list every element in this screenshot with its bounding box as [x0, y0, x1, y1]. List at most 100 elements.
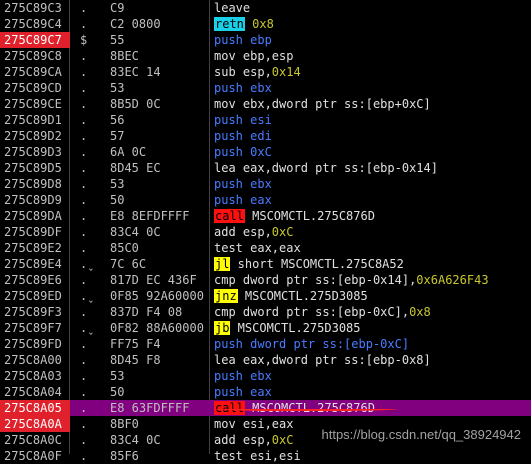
instruction-row[interactable]: 275C89D9. 50 push eax [0, 192, 531, 208]
instruction-cell: push ebx [214, 368, 531, 384]
instruction-row[interactable]: 275C89DF. 83C4 0C add esp,0xC [0, 224, 531, 240]
hex-bytes-cell: 56 [110, 113, 125, 127]
address-cell[interactable]: 275C89C3 [0, 0, 70, 16]
address-cell[interactable]: 275C8A05 [0, 400, 70, 416]
instruction-token: push ebx [214, 177, 272, 191]
jump-marker: . [80, 81, 88, 95]
instruction-row[interactable]: 275C8A00. 8D45 F8 lea eax,dword ptr ss:[eb… [0, 352, 531, 368]
watermark-text: https://blog.csdn.net/qq_38924942 [321, 427, 522, 442]
instruction-row[interactable]: 275C89D2. 57 push edi [0, 128, 531, 144]
address-cell[interactable]: 275C89ED [0, 288, 70, 304]
address-cell[interactable]: 275C8A0A [0, 416, 70, 432]
address-cell[interactable]: 275C89E6 [0, 272, 70, 288]
address-cell[interactable]: 275C89DA [0, 208, 70, 224]
address-cell[interactable]: 275C89D3 [0, 144, 70, 160]
address-cell[interactable]: 275C89F7 [0, 320, 70, 336]
instruction-token: push eax [214, 193, 272, 207]
address-cell[interactable]: 275C8A0C [0, 432, 70, 448]
address-cell[interactable]: 275C89D2 [0, 128, 70, 144]
jump-marker: . [80, 129, 88, 143]
address-cell[interactable]: 275C89CD [0, 80, 70, 96]
hex-bytes-cell: 83C4 0C [110, 433, 161, 447]
instruction-token: push ebx [214, 81, 272, 95]
address-cell[interactable]: 275C89D8 [0, 176, 70, 192]
instruction-row[interactable]: 275C89F7 .ˬ 0F82 88A60000 jb MSCOMCTL.275D3… [0, 320, 531, 336]
instruction-row[interactable]: 275C89E2. 85C0 test eax,eax [0, 240, 531, 256]
instruction-cell: push dword ptr ss:[ebp-0xC] [214, 336, 531, 352]
address-cell[interactable]: 275C8A04 [0, 384, 70, 400]
address-cell[interactable]: 275C89C4 [0, 16, 70, 32]
instruction-row[interactable]: 275C89CE. 8B5D 0C mov ebx,dword ptr ss:[eb… [0, 96, 531, 112]
hex-bytes-cell: 53 [110, 81, 125, 95]
disassembly-pane[interactable]: 275C89C3. C9 leave 275C89C4. C2 0800 retn 0x8… [0, 0, 531, 463]
instruction-row[interactable]: 275C89E6. 817D EC 436F cmp dword ptr ss:[e… [0, 272, 531, 288]
address-cell[interactable]: 275C89D9 [0, 192, 70, 208]
instruction-row[interactable]: 275C89D3. 6A 0C push 0xC [0, 144, 531, 160]
instruction-cell: add esp,0xC [214, 224, 531, 240]
jump-marker: . [80, 433, 88, 447]
jump-marker: . [80, 385, 88, 399]
instruction-token: add esp, [214, 225, 272, 239]
instruction-row[interactable]: 275C8A0F. 85F6 test esi,esi [0, 448, 531, 464]
instruction-cell: jb MSCOMCTL.275D3085 [214, 320, 531, 336]
instruction-token: push 0xC [214, 145, 272, 159]
instruction-row[interactable]: 275C89DA. E8 8EFDFFFF call MSCOMCTL.275C87… [0, 208, 531, 224]
instruction-token: leave [214, 1, 251, 15]
instruction-row[interactable]: 275C89C4. C2 0800 retn 0x8 [0, 16, 531, 32]
hex-bytes-cell: 817D EC 436F [110, 273, 197, 287]
instruction-cell: lea eax,dword ptr ss:[ebp-0x8] [214, 352, 531, 368]
instruction-row[interactable]: 275C89FD. FF75 F4 push dword ptr ss:[ebp-0… [0, 336, 531, 352]
instruction-token: sub esp, [214, 65, 272, 79]
address-cell[interactable]: 275C89F3 [0, 304, 70, 320]
instruction-row[interactable]: 275C89D8. 53 push ebx [0, 176, 531, 192]
address-cell[interactable]: 275C89CA [0, 64, 70, 80]
instruction-row[interactable]: 275C89D5. 8D45 EC lea eax,dword ptr ss:[eb… [0, 160, 531, 176]
address-cell[interactable]: 275C89D5 [0, 160, 70, 176]
instruction-row[interactable]: 275C89D1. 56 push esi [0, 112, 531, 128]
instruction-cell: leave [214, 0, 531, 16]
address-cell[interactable]: 275C89C7 [0, 32, 70, 48]
instruction-row[interactable]: 275C89F3. 837D F4 08 cmp dword ptr ss:[ebp… [0, 304, 531, 320]
instruction-row[interactable]: 275C89CA. 83EC 14 sub esp,0x14 [0, 64, 531, 80]
instruction-cell: test esi,esi [214, 448, 531, 464]
jump-marker: . [80, 337, 88, 351]
address-cell[interactable]: 275C89DF [0, 224, 70, 240]
instruction-row[interactable]: 275C89CD. 53 push ebx [0, 80, 531, 96]
address-cell[interactable]: 275C89CE [0, 96, 70, 112]
hex-bytes-cell: 83C4 0C [110, 225, 161, 239]
hex-bytes-cell: 8D45 EC [110, 161, 161, 175]
instruction-row[interactable]: 275C89C8. 8BEC mov ebp,esp [0, 48, 531, 64]
address-cell[interactable]: 275C8A00 [0, 352, 70, 368]
hex-bytes-cell: C9 [110, 1, 125, 15]
instruction-token: mov ebp,esp [214, 49, 294, 63]
instruction-cell: push ebx [214, 176, 531, 192]
instruction-cell: jnz MSCOMCTL.275D3085 [214, 288, 531, 304]
instruction-row[interactable]: 275C89C3. C9 leave [0, 0, 531, 16]
address-cell[interactable]: 275C8A03 [0, 368, 70, 384]
instruction-token: jb [214, 321, 231, 335]
jump-marker: . [80, 17, 88, 31]
instruction-token: 0x14 [271, 65, 301, 79]
instruction-row[interactable]: 275C89E4 .ˬ 7C 6C jl short MSCOMCTL.275C8A5… [0, 256, 531, 272]
instruction-cell: call MSCOMCTL.275C876D [214, 208, 531, 224]
instruction-token: test eax,eax [214, 241, 301, 255]
instruction-row[interactable]: 275C89C7 $55 push ebp [0, 32, 531, 48]
hex-bytes-cell: 0F85 92A60000 [110, 289, 204, 303]
jump-marker: . [80, 353, 88, 367]
address-cell[interactable]: 275C89E2 [0, 240, 70, 256]
instruction-cell: mov ebx,dword ptr ss:[ebp+0xC] [214, 96, 531, 112]
address-cell[interactable]: 275C8A0F [0, 448, 70, 464]
instruction-row[interactable]: 275C8A03. 53 push ebx [0, 368, 531, 384]
address-cell[interactable]: 275C89E4 [0, 256, 70, 272]
instruction-token: MSCOMCTL.275C876D [244, 209, 375, 223]
instruction-row[interactable]: 275C89ED .ˬ 0F85 92A60000 jnz MSCOMCTL.275D… [0, 288, 531, 304]
instruction-row[interactable]: 275C8A04. 50 push eax [0, 384, 531, 400]
hex-bytes-cell: FF75 F4 [110, 337, 161, 351]
address-cell[interactable]: 275C89FD [0, 336, 70, 352]
instruction-cell: cmp dword ptr ss:[ebp-0x14],0x6A626F43 [214, 272, 531, 288]
address-cell[interactable]: 275C89D1 [0, 112, 70, 128]
instruction-token: add esp, [214, 433, 272, 447]
address-cell[interactable]: 275C89C8 [0, 48, 70, 64]
jump-marker: . [80, 97, 88, 111]
hex-bytes-cell: 8D45 F8 [110, 353, 161, 367]
